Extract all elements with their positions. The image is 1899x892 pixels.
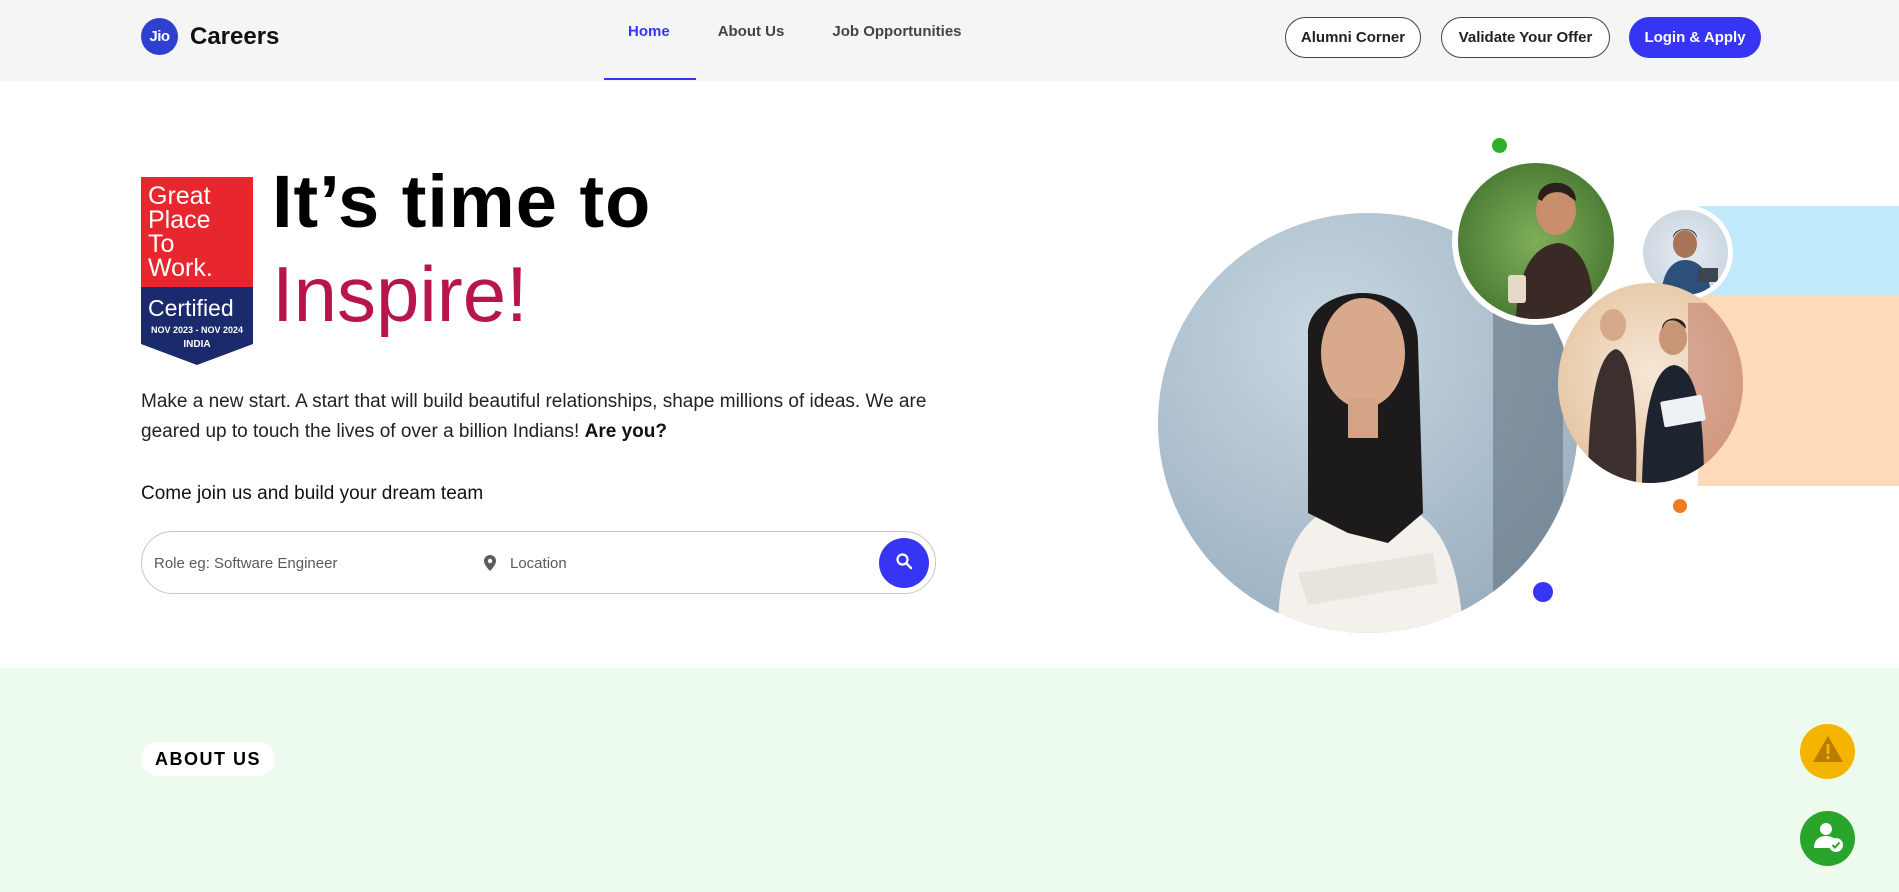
job-search-bar bbox=[141, 531, 936, 594]
warning-fab[interactable] bbox=[1800, 724, 1855, 779]
decorative-dot-blue bbox=[1533, 582, 1553, 602]
great-place-to-work-badge: Great Place To Work. Certified NOV 2023 … bbox=[141, 177, 253, 365]
hero-title-highlight: Inspire! bbox=[272, 250, 528, 338]
badge-line-4: Work. bbox=[148, 254, 213, 282]
login-apply-button[interactable]: Login & Apply bbox=[1629, 17, 1761, 58]
person-check-icon bbox=[1810, 818, 1846, 859]
hero-title: It’s time to bbox=[272, 160, 652, 243]
user-verify-fab[interactable] bbox=[1800, 811, 1855, 866]
nav-job-opportunities[interactable]: Job Opportunities bbox=[808, 0, 985, 72]
alumni-corner-button[interactable]: Alumni Corner bbox=[1285, 17, 1421, 58]
about-us-label: ABOUT US bbox=[141, 742, 275, 776]
site-header: Jio Careers Home About Us Job Opportunit… bbox=[0, 0, 1899, 81]
employee-photo-handshake bbox=[1558, 283, 1743, 483]
jio-careers-logo[interactable]: Jio Careers bbox=[141, 18, 279, 55]
employee-photo-phone bbox=[1452, 157, 1620, 325]
nav-home[interactable]: Home bbox=[604, 0, 694, 72]
validate-offer-button[interactable]: Validate Your Offer bbox=[1441, 17, 1610, 58]
role-search-input[interactable] bbox=[154, 542, 454, 584]
logo-text: Careers bbox=[190, 22, 280, 50]
badge-period: NOV 2023 - NOV 2024 bbox=[151, 325, 243, 335]
hero-description-question: Are you? bbox=[584, 421, 667, 442]
jio-logo-mark: Jio bbox=[141, 18, 178, 55]
about-section bbox=[0, 668, 1899, 892]
search-button[interactable] bbox=[879, 538, 929, 588]
location-pin-icon bbox=[482, 554, 498, 577]
nav-active-indicator bbox=[604, 78, 696, 80]
nav-about-us[interactable]: About Us bbox=[694, 0, 809, 72]
decorative-dot-green bbox=[1492, 138, 1507, 153]
main-nav: Home About Us Job Opportunities bbox=[604, 0, 986, 81]
join-us-text: Come join us and build your dream team bbox=[141, 483, 484, 504]
badge-country: INDIA bbox=[183, 339, 210, 350]
location-search-input[interactable] bbox=[510, 542, 840, 584]
hero-description-text: Make a new start. A start that will buil… bbox=[141, 391, 927, 442]
decorative-dot-orange bbox=[1673, 499, 1687, 513]
badge-certified: Certified bbox=[148, 295, 234, 321]
search-icon bbox=[895, 552, 913, 575]
hero-description: Make a new start. A start that will buil… bbox=[141, 387, 941, 447]
warning-icon bbox=[1811, 734, 1845, 769]
